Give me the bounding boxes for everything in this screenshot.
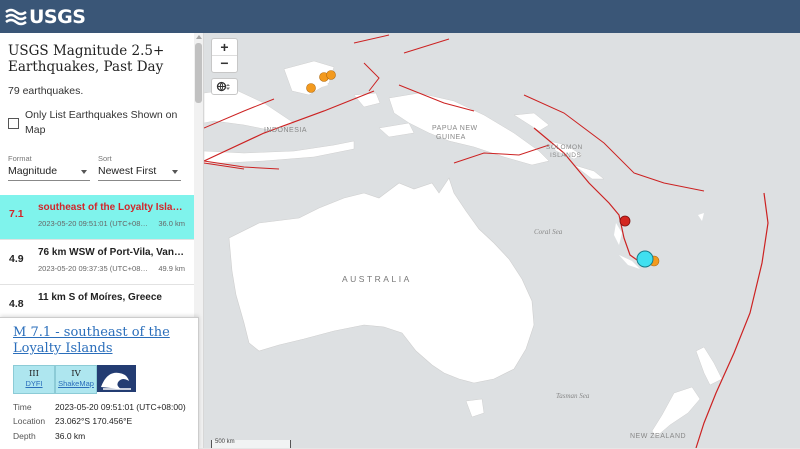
label-indonesia: INDONESIA xyxy=(264,127,307,134)
depth-value: 36.0 km xyxy=(55,431,86,441)
globe-icon xyxy=(216,81,230,92)
format-value: Magnitude xyxy=(8,165,58,177)
eq-depth: 36.0 km xyxy=(158,219,185,228)
eq-place: 76 km WSW of Port-Vila, Vanuatu xyxy=(38,247,184,258)
dyfi-badge[interactable]: III DYFI xyxy=(13,365,55,394)
label-tasman-sea: Tasman Sea xyxy=(556,392,590,400)
selected-quake-marker[interactable] xyxy=(636,250,654,268)
format-label: Format xyxy=(8,154,32,163)
only-list-label: Only List Earthquakes Shown on Map xyxy=(25,109,178,136)
scroll-up-arrow-icon[interactable] xyxy=(196,35,202,39)
shakemap-link[interactable]: ShakeMap xyxy=(56,379,96,389)
usgs-logo[interactable]: USGS xyxy=(5,5,86,29)
time-value: 2023-05-20 09:51:01 (UTC+08:00) xyxy=(55,402,186,412)
usgs-wave-icon xyxy=(5,8,27,26)
label-png-2: GUINEA xyxy=(436,134,466,141)
sort-select[interactable]: Newest First xyxy=(98,164,181,181)
earthquake-list-item[interactable]: 7.1 southeast of the Loyalty Islands 202… xyxy=(0,195,194,240)
eq-time: 2023-05-20 09:37:35 (UTC+08:00) xyxy=(38,264,148,273)
location-label: Location xyxy=(13,416,46,426)
dyfi-level: III xyxy=(28,369,40,379)
only-list-toggle[interactable]: Only List Earthquakes Shown on Map xyxy=(8,108,188,138)
eq-depth: 49.9 km xyxy=(158,264,185,273)
quake-marker[interactable] xyxy=(619,215,631,227)
zoom-out-button[interactable]: − xyxy=(212,55,237,71)
eq-time: 2023-05-20 09:51:01 (UTC+08:00) xyxy=(38,219,148,228)
time-label: Time xyxy=(13,402,32,412)
shakemap-level: IV xyxy=(71,369,81,379)
basemap: INDONESIA PAPUA NEW GUINEA SOLOMON ISLAN… xyxy=(204,33,800,448)
scroll-thumb[interactable] xyxy=(195,43,202,103)
chevron-down-icon xyxy=(172,170,178,174)
format-select[interactable]: Magnitude xyxy=(8,164,90,181)
logo-text: USGS xyxy=(29,6,86,28)
list-title: USGS Magnitude 2.5+ Earthquakes, Past Da… xyxy=(8,43,165,75)
quake-marker[interactable] xyxy=(306,83,316,93)
chevron-down-icon xyxy=(81,170,87,174)
label-australia: AUSTRALIA xyxy=(342,274,412,284)
zoom-control: + − xyxy=(211,38,238,73)
label-coral-sea: Coral Sea xyxy=(534,228,563,236)
scale-bar: 500 km xyxy=(211,439,291,448)
earthquake-list-item[interactable]: 4.9 76 km WSW of Port-Vila, Vanuatu 2023… xyxy=(0,240,194,285)
location-value: 23.062°S 170.456°E xyxy=(55,416,133,426)
earthquake-count: 79 earthquakes. xyxy=(8,85,84,97)
only-list-checkbox[interactable] xyxy=(8,118,19,129)
eq-magnitude: 4.8 xyxy=(9,298,24,310)
zoom-in-button[interactable]: + xyxy=(212,39,237,56)
depth-label: Depth xyxy=(13,431,36,441)
app-header: USGS xyxy=(0,0,800,33)
dyfi-link[interactable]: DYFI xyxy=(14,379,54,389)
earthquake-popup: M 7.1 - southeast of the Loyalty Islands… xyxy=(0,317,199,449)
eq-place: 11 km S of Moíres, Greece xyxy=(38,292,162,303)
label-solomon-1: SOLOMON xyxy=(546,144,583,151)
label-solomon-2: ISLANDS xyxy=(550,152,581,159)
map-view[interactable]: INDONESIA PAPUA NEW GUINEA SOLOMON ISLAN… xyxy=(204,33,800,448)
tsunami-wave-icon[interactable] xyxy=(97,365,136,392)
quake-marker[interactable] xyxy=(326,70,336,80)
label-new-zealand: NEW ZEALAND xyxy=(630,433,686,440)
popup-title-link[interactable]: M 7.1 - southeast of the Loyalty Islands xyxy=(13,325,193,357)
eq-place: southeast of the Loyalty Islands xyxy=(38,202,184,213)
sort-value: Newest First xyxy=(98,165,157,177)
label-png-1: PAPUA NEW xyxy=(432,125,478,132)
layers-button[interactable] xyxy=(211,78,238,95)
scale-label: 500 km xyxy=(215,439,235,445)
shakemap-badge[interactable]: IV ShakeMap xyxy=(55,365,97,394)
eq-magnitude: 4.9 xyxy=(9,253,24,265)
eq-magnitude: 7.1 xyxy=(9,208,24,220)
sort-label: Sort xyxy=(98,154,112,163)
